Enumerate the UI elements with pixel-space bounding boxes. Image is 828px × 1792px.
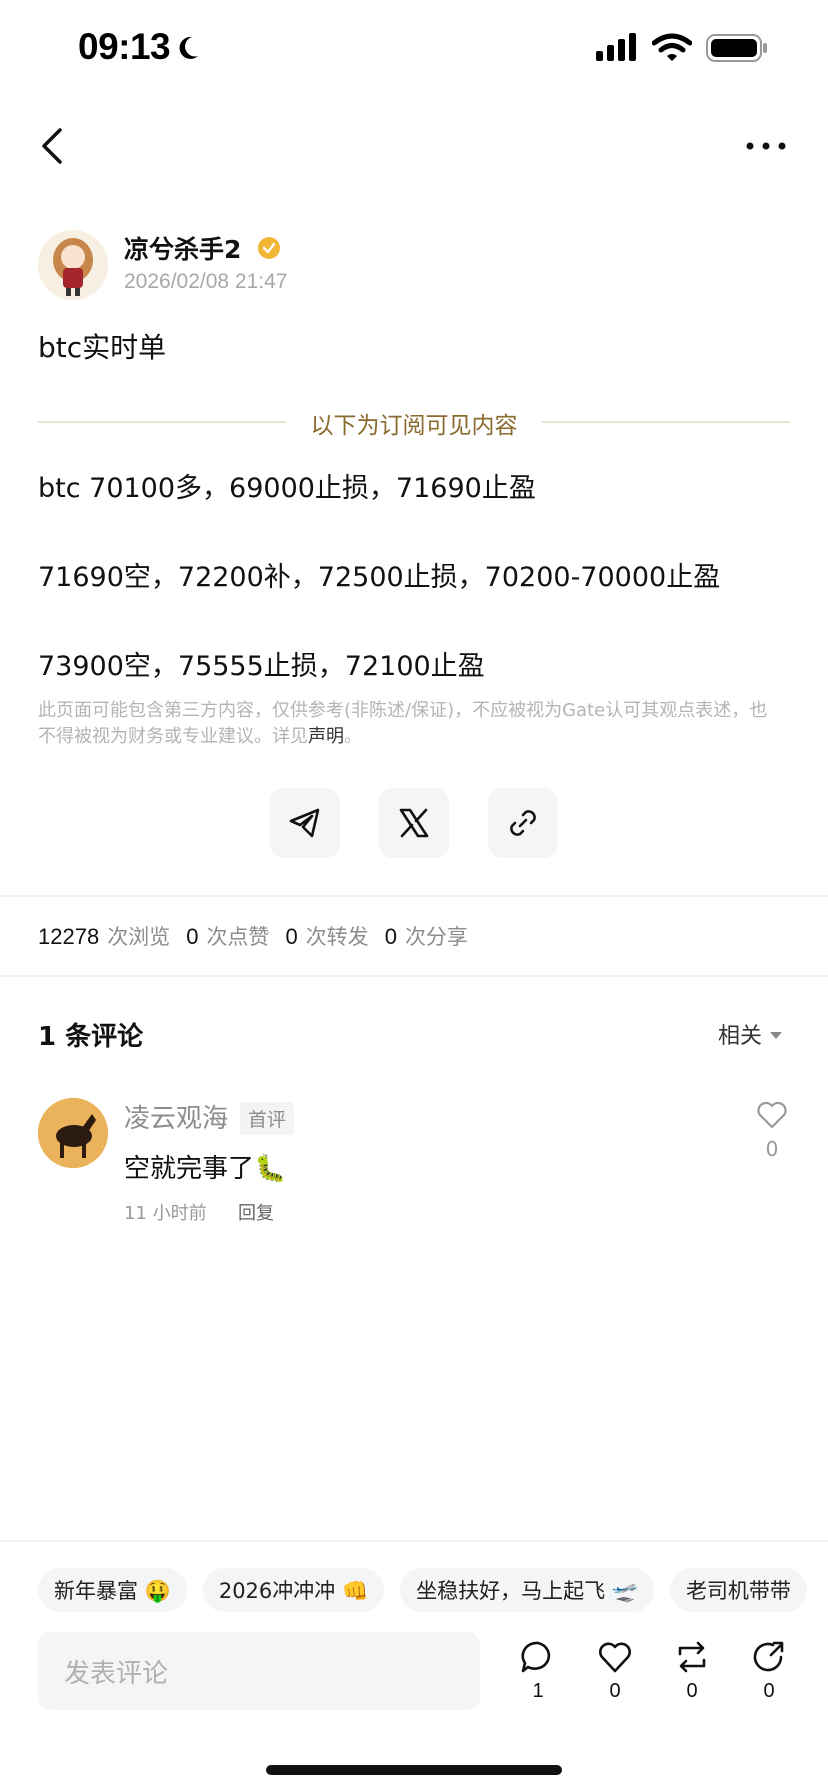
commenter-avatar[interactable] <box>38 1098 108 1168</box>
copy-link-button[interactable] <box>488 788 558 858</box>
section-divider <box>0 975 828 977</box>
comment-input[interactable]: 发表评论 <box>38 1632 480 1710</box>
share-action[interactable]: 0 <box>744 1640 794 1703</box>
heart-icon[interactable] <box>756 1100 788 1130</box>
like-count: 0 <box>609 1680 621 1702</box>
shares-label: 次分享 <box>404 925 468 949</box>
verified-badge-icon <box>258 237 280 259</box>
comment-count: 1 <box>532 1680 544 1702</box>
views-label: 次浏览 <box>107 925 171 949</box>
signal-icon <box>596 33 636 61</box>
repost-icon <box>678 1641 706 1673</box>
shares-count: 0 <box>384 924 397 949</box>
comment-bubble-icon <box>521 1641 551 1673</box>
subscription-label: 以下为订阅可见内容 <box>310 413 518 439</box>
likes-label: 次点赞 <box>206 925 270 949</box>
horse-avatar-image <box>38 1098 108 1168</box>
repost-count: 0 <box>686 1680 698 1702</box>
first-comment-badge: 首评 <box>240 1102 295 1135</box>
comment-text: 空就完事了🐛 <box>124 1154 287 1184</box>
post-line-2: 71690空，72200补，72500止损，70200-70000止盈 <box>38 562 721 593</box>
comment-time: 11 小时前 <box>124 1203 207 1224</box>
wifi-icon <box>652 33 692 61</box>
reposts-count: 0 <box>285 924 298 949</box>
share-count: 0 <box>763 1680 775 1702</box>
commenter-name[interactable]: 凌云观海 <box>124 1098 228 1135</box>
post-line-3: 73900空，75555止损，72100止盈 <box>38 651 485 682</box>
share-x-button[interactable] <box>379 788 449 858</box>
battery-icon <box>706 34 767 62</box>
anime-avatar-image <box>38 230 108 300</box>
x-icon <box>399 808 429 838</box>
post-stats: 12278 次浏览 0 次点赞 0 次转发 0 次分享 <box>38 921 484 951</box>
post-line-1: btc 70100多，69000止损，71690止盈 <box>38 473 536 504</box>
section-divider <box>0 1540 828 1542</box>
heart-icon <box>599 1642 631 1673</box>
quick-tag[interactable]: 新年暴富 🤑 <box>38 1568 187 1612</box>
quick-tag[interactable]: 坐稳扶好，马上起飞 🛫 <box>400 1568 654 1612</box>
chevron-left-icon[interactable] <box>38 126 66 166</box>
link-icon <box>510 810 536 836</box>
repost-action[interactable]: 0 <box>667 1640 717 1703</box>
home-indicator[interactable] <box>266 1765 562 1775</box>
quick-tag[interactable]: 老司机带带 <box>669 1568 807 1612</box>
divider-right <box>542 421 790 423</box>
comment-like-count: 0 <box>765 1137 779 1161</box>
disclaimer: 此页面可能包含第三方内容，仅供参考(非陈述/保证)，不应被视为Gate认可其观点… <box>38 698 778 750</box>
post-timestamp: 2026/02/08 21:47 <box>124 270 288 293</box>
moon-icon <box>179 36 198 59</box>
sort-dropdown[interactable]: 相关 <box>718 1018 783 1050</box>
telegram-icon <box>289 808 320 838</box>
section-divider <box>0 895 828 897</box>
comment-action[interactable]: 1 <box>513 1640 563 1703</box>
views-count: 12278 <box>38 924 100 949</box>
quick-reply-tags: 新年暴富 🤑 2026冲冲冲 👊 坐稳扶好，马上起飞 🛫 老司机带带 <box>38 1568 807 1612</box>
comments-header: 1 条评论 <box>38 1022 144 1052</box>
likes-count: 0 <box>186 924 199 949</box>
disclaimer-text: 此页面可能包含第三方内容，仅供参考(非陈述/保证)，不应被视为Gate认可其观点… <box>38 700 768 747</box>
share-arrow-icon <box>753 1641 784 1672</box>
author-name[interactable]: 凉兮杀手2 <box>124 230 241 266</box>
reposts-label: 次转发 <box>305 925 369 949</box>
author-avatar[interactable] <box>38 230 108 300</box>
quick-tag[interactable]: 2026冲冲冲 👊 <box>202 1568 385 1612</box>
disclaimer-link[interactable]: 声明 <box>308 726 344 747</box>
sort-label: 相关 <box>718 1024 763 1049</box>
ellipsis-icon[interactable] <box>744 140 788 152</box>
disclaimer-end: 。 <box>344 726 362 747</box>
post-title: btc实时单 <box>38 331 167 364</box>
divider-left <box>38 421 286 423</box>
like-action[interactable]: 0 <box>590 1640 640 1703</box>
share-telegram-button[interactable] <box>270 788 340 858</box>
reply-button[interactable]: 回复 <box>238 1199 274 1225</box>
caret-down-icon <box>770 1031 783 1039</box>
status-time: 09:13 <box>78 26 171 67</box>
